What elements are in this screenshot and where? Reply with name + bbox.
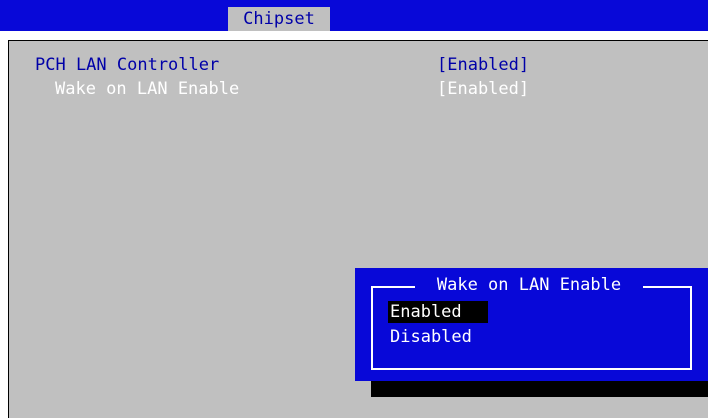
popup-option-enabled[interactable]: Enabled: [388, 301, 488, 323]
popup-shadow: [371, 381, 708, 397]
setting-label-pch-lan-controller[interactable]: PCH LAN Controller: [35, 55, 219, 75]
popup-title: Wake on LAN Enable: [415, 274, 643, 296]
setting-label-wake-on-lan[interactable]: Wake on LAN Enable: [55, 79, 239, 99]
setting-value-wake-on-lan[interactable]: [Enabled]: [437, 79, 529, 99]
option-popup: Wake on LAN Enable Enabled Disabled: [355, 268, 708, 381]
setting-value-pch-lan-controller[interactable]: [Enabled]: [437, 55, 529, 75]
tab-chipset[interactable]: Chipset: [228, 7, 330, 31]
popup-option-disabled[interactable]: Disabled: [388, 326, 474, 348]
top-menu-bar: Chipset: [0, 0, 708, 31]
